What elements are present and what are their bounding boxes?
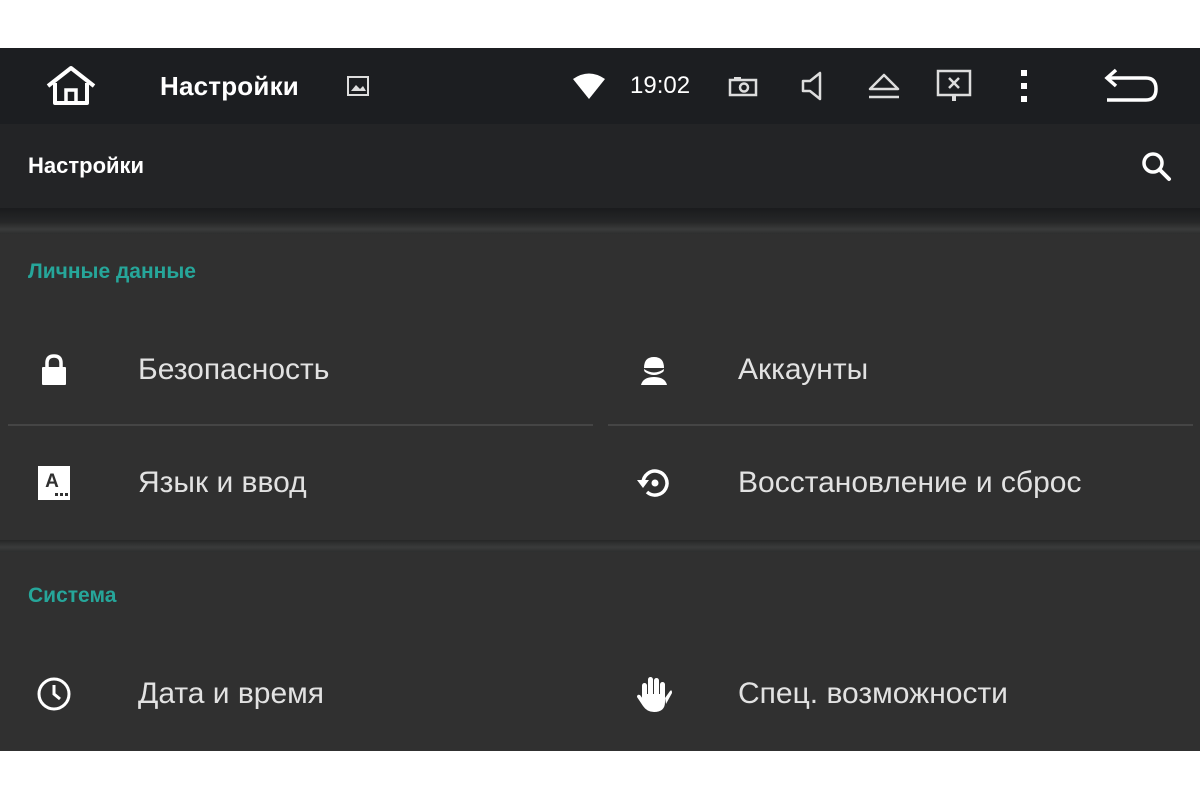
screen-off-icon[interactable] <box>934 66 974 106</box>
home-icon[interactable] <box>40 62 102 110</box>
lock-icon <box>28 344 80 396</box>
image-icon <box>346 74 370 98</box>
more-vert-icon[interactable] <box>1010 66 1038 106</box>
search-icon <box>1142 152 1171 181</box>
search-button[interactable] <box>1132 142 1180 190</box>
svg-text:A: A <box>45 471 59 492</box>
item-divider <box>8 424 593 426</box>
clock-icon <box>28 668 80 720</box>
settings-item-datetime[interactable]: Дата и время <box>0 644 600 744</box>
section-header-system: Система <box>28 584 117 607</box>
settings-item-label: Аккаунты <box>738 353 869 386</box>
accessibility-hand-icon <box>628 668 680 720</box>
status-bar-time: 19:02 <box>630 72 691 99</box>
status-bar: Настройки 19:02 <box>0 48 1200 124</box>
camera-icon[interactable] <box>726 70 760 102</box>
settings-item-security[interactable]: Безопасность <box>0 320 600 420</box>
item-divider <box>608 424 1193 426</box>
section-separator <box>0 540 1200 552</box>
wifi-icon <box>570 68 608 104</box>
speaker-icon[interactable] <box>796 68 830 104</box>
action-bar: Настройки <box>0 124 1200 208</box>
settings-screen: Настройки 19:02 Настройки Личные данные … <box>0 48 1200 751</box>
settings-item-label: Восстановление и сброс <box>738 466 1082 499</box>
settings-item-label: Спец. возможности <box>738 677 1008 710</box>
settings-item-label: Язык и ввод <box>138 466 307 499</box>
settings-item-accounts[interactable]: Аккаунты <box>600 320 1200 420</box>
section-header-personal: Личные данные <box>28 260 196 283</box>
settings-item-label: Безопасность <box>138 353 330 386</box>
page-title: Настройки <box>28 153 145 178</box>
eject-icon[interactable] <box>864 68 904 104</box>
back-icon[interactable] <box>1098 66 1162 106</box>
settings-item-restore[interactable]: Восстановление и сброс <box>600 433 1200 533</box>
account-icon <box>628 344 680 396</box>
settings-item-label: Дата и время <box>138 677 325 710</box>
settings-item-accessibility[interactable]: Спец. возможности <box>600 644 1200 744</box>
section-separator <box>0 222 1200 234</box>
settings-item-language[interactable]: A Язык и ввод <box>0 433 600 533</box>
restore-icon <box>628 457 680 509</box>
status-bar-title: Настройки <box>160 71 299 101</box>
language-icon: A <box>28 457 80 509</box>
